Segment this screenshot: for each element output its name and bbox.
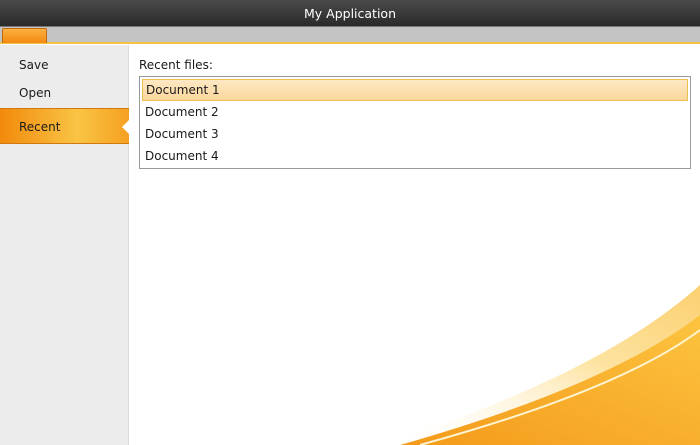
file-item[interactable]: Document 4 — [142, 145, 688, 167]
recent-panel: Recent files: Document 1 Document 2 Docu… — [130, 45, 700, 445]
file-item[interactable]: Document 2 — [142, 101, 688, 123]
sidebar-item-recent[interactable]: Recent — [0, 108, 129, 144]
recent-files-label: Recent files: — [139, 58, 213, 72]
sidebar-item-open[interactable]: Open — [0, 79, 128, 107]
file-item[interactable]: Document 1 — [142, 79, 688, 101]
backstage-sidebar: Save Open Recent — [0, 45, 129, 445]
file-item[interactable]: Document 3 — [142, 123, 688, 145]
ribbon-tab-strip — [0, 27, 700, 44]
application-menu-button[interactable] — [2, 28, 47, 43]
window-title: My Application — [304, 6, 396, 21]
recent-files-list[interactable]: Document 1 Document 2 Document 3 Documen… — [139, 76, 691, 169]
title-bar: My Application — [0, 0, 700, 27]
sidebar-item-save[interactable]: Save — [0, 51, 128, 79]
